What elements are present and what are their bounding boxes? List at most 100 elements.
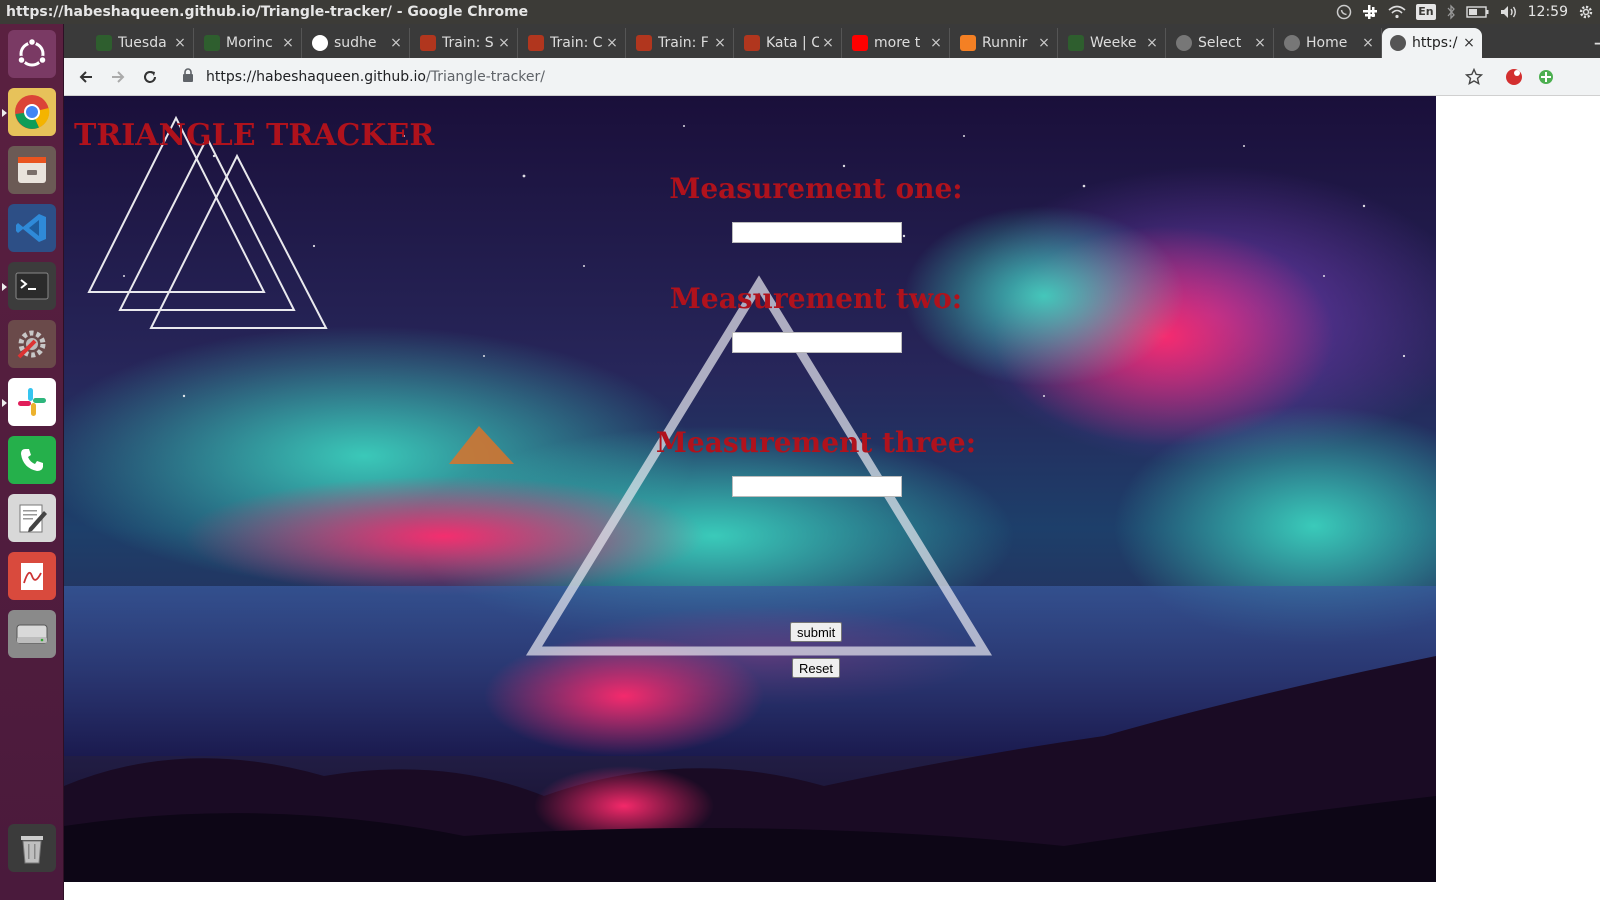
clock[interactable]: 12:59: [1528, 0, 1568, 24]
chrome-icon[interactable]: [2, 88, 56, 136]
launcher: [0, 24, 64, 900]
disk-icon[interactable]: [8, 610, 56, 658]
codewars-icon: [636, 35, 652, 51]
tab-label: Tuesda: [118, 35, 167, 51]
tab-github[interactable]: sudhe ×: [304, 28, 410, 58]
reset-button[interactable]: Reset: [792, 658, 840, 678]
close-icon[interactable]: ×: [927, 35, 945, 51]
keyboard-layout-indicator[interactable]: En: [1416, 0, 1436, 24]
codewars-icon: [420, 35, 436, 51]
files-icon[interactable]: [8, 146, 56, 194]
tab-label: Select: [1198, 35, 1242, 51]
tab-favicon: [204, 35, 220, 51]
indicator-area: En 12:59: [1336, 0, 1594, 24]
tab-favicon: [1068, 35, 1084, 51]
tab-moringa[interactable]: Morinc ×: [196, 28, 302, 58]
youtube-icon: [852, 35, 868, 51]
close-icon[interactable]: ×: [387, 35, 405, 51]
slack-indicator-icon[interactable]: [1362, 0, 1378, 24]
tab-label: https:/: [1412, 35, 1458, 51]
tab-select[interactable]: Select ×: [1168, 28, 1274, 58]
stackoverflow-icon: [960, 35, 976, 51]
tab-label: Runnir: [982, 35, 1028, 51]
bookmark-star-icon[interactable]: [1462, 65, 1486, 89]
close-icon[interactable]: ×: [495, 35, 513, 51]
close-icon[interactable]: ×: [1251, 35, 1269, 51]
codewars-icon: [744, 35, 760, 51]
tab-label: Train: S: [442, 35, 494, 51]
back-arrow-icon[interactable]: [74, 65, 98, 89]
volume-icon[interactable]: [1500, 0, 1518, 24]
measurement-three-label: Measurement three:: [655, 426, 977, 459]
tab-weekend[interactable]: Weeke ×: [1060, 28, 1166, 58]
top-panel: https://habeshaqueen.github.io/Triangle-…: [0, 0, 1600, 24]
close-icon[interactable]: ×: [1035, 35, 1053, 51]
globe-icon: [1284, 35, 1300, 51]
wifi-icon[interactable]: [1388, 0, 1406, 24]
tab-label: Morinc: [226, 35, 273, 51]
tab-tuesday[interactable]: Tuesda ×: [88, 28, 194, 58]
tab-label: Train: C: [550, 35, 603, 51]
tab-strip: Tuesda × Morinc × sudhe × Train: S × Train: …: [64, 24, 1600, 58]
reload-icon[interactable]: [138, 65, 162, 89]
window-title: https://habeshaqueen.github.io/Triangle-…: [6, 4, 529, 20]
tab-label: Home: [1306, 35, 1348, 51]
trash-icon[interactable]: [8, 824, 56, 872]
close-icon[interactable]: ×: [279, 35, 297, 51]
close-icon[interactable]: ×: [1143, 35, 1161, 51]
extension-green-icon[interactable]: [1534, 65, 1558, 89]
tab-label: Weeke: [1090, 35, 1137, 51]
tab-stackoverflow[interactable]: Runnir ×: [952, 28, 1058, 58]
tab-codewars-2[interactable]: Train: C ×: [520, 28, 626, 58]
settings-icon[interactable]: [8, 320, 56, 368]
new-tab-button[interactable]: +: [1588, 30, 1600, 56]
tab-label: Train: F: [658, 35, 709, 51]
tab-label: more t: [874, 35, 921, 51]
lock-icon[interactable]: [182, 68, 196, 86]
address-bar[interactable]: https://habeshaqueen.github.io/Triangle-…: [172, 62, 1472, 92]
measurement-two-label: Measurement two:: [669, 282, 963, 315]
close-icon[interactable]: ×: [171, 35, 189, 51]
tab-active[interactable]: https:/×: [1382, 28, 1482, 58]
close-icon[interactable]: ×: [1460, 35, 1478, 51]
globe-icon: [1390, 35, 1406, 51]
browser-toolbar: https://habeshaqueen.github.io/Triangle-…: [64, 58, 1600, 96]
tab-codewars-3[interactable]: Train: F ×: [628, 28, 734, 58]
github-icon: [312, 35, 328, 51]
vscode-icon[interactable]: [8, 204, 56, 252]
measurement-one-input[interactable]: [732, 222, 902, 243]
tab-kata[interactable]: Kata | C ×: [736, 28, 842, 58]
tab-codewars-1[interactable]: Train: S ×: [412, 28, 518, 58]
slack-icon[interactable]: [2, 378, 56, 426]
tab-youtube[interactable]: more t ×: [844, 28, 950, 58]
tab-label: Kata | C: [766, 35, 819, 51]
tab-label: sudhe: [334, 35, 377, 51]
codewars-icon: [528, 35, 544, 51]
tab-home[interactable]: Home ×: [1276, 28, 1382, 58]
extension-red-icon[interactable]: [1502, 65, 1526, 89]
page-viewport: TRIANGLE TRACKER Measurement one: Measur…: [64, 96, 1600, 900]
close-icon[interactable]: ×: [819, 35, 837, 51]
whatsapp-indicator-icon[interactable]: [1336, 0, 1352, 24]
tab-favicon: [96, 35, 112, 51]
url-path: /Triangle-tracker/: [426, 69, 545, 85]
globe-icon: [1176, 35, 1192, 51]
measurement-one-label: Measurement one:: [669, 172, 963, 205]
pdf-icon[interactable]: [8, 552, 56, 600]
measurement-three-input[interactable]: [732, 476, 902, 497]
close-icon[interactable]: ×: [711, 35, 729, 51]
close-icon[interactable]: ×: [1359, 35, 1377, 51]
submit-button[interactable]: submit: [790, 622, 843, 642]
ubuntu-logo-icon[interactable]: [8, 30, 56, 78]
gear-icon[interactable]: [1578, 0, 1594, 24]
text-editor-icon[interactable]: [8, 494, 56, 542]
phone-icon[interactable]: [8, 436, 56, 484]
keyboard-layout-label: En: [1416, 4, 1436, 20]
page-title: TRIANGLE TRACKER: [74, 118, 435, 153]
forward-arrow-icon[interactable]: [106, 65, 130, 89]
close-icon[interactable]: ×: [603, 35, 621, 51]
bluetooth-icon[interactable]: [1446, 0, 1456, 24]
terminal-icon[interactable]: [2, 262, 56, 310]
battery-icon[interactable]: [1465, 0, 1490, 24]
measurement-two-input[interactable]: [732, 332, 902, 353]
